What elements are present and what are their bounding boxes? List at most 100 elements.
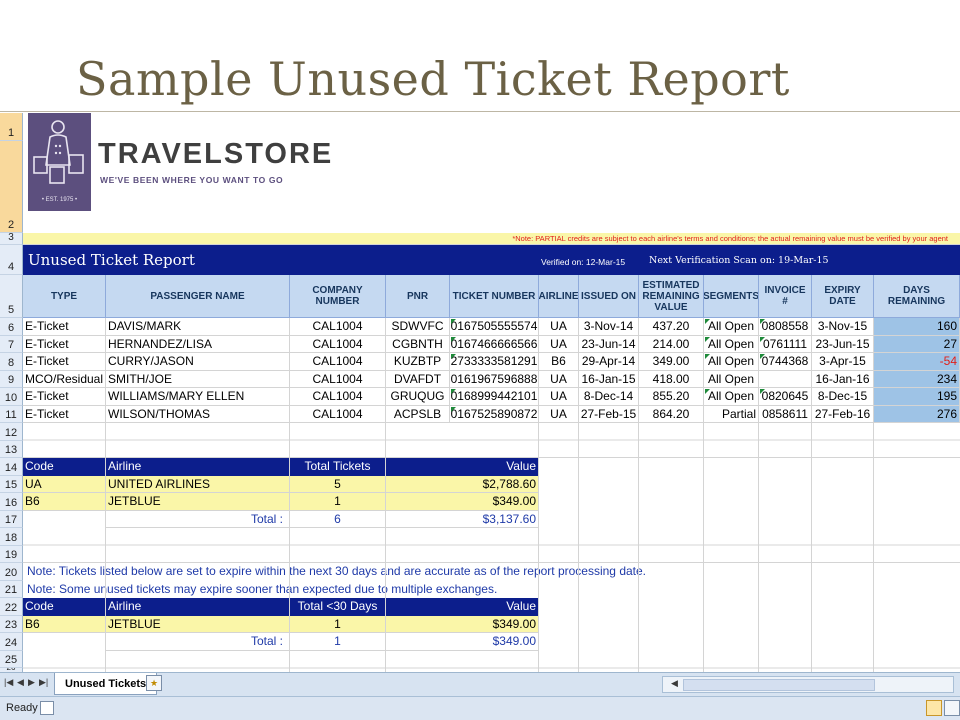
summary1-count[interactable]: 1 [290,493,386,511]
cell-segments[interactable]: All Open [704,370,759,388]
row-header-2[interactable]: 2 [0,141,23,233]
cell-airline[interactable]: UA [539,318,579,336]
cell-company[interactable]: CAL1004 [290,405,386,423]
row-header-11[interactable]: 11 [0,405,23,423]
summary1-value[interactable]: $2,788.60 [386,475,539,493]
prev-sheet-button[interactable]: ◀ [17,677,24,688]
cell-pnr[interactable]: DVAFDT [386,370,450,388]
cell-pnr[interactable]: GRUQUG [386,388,450,406]
cell-value[interactable]: 418.00 [639,370,704,388]
cell-issued[interactable]: 16-Jan-15 [579,370,639,388]
summary2-count[interactable]: 1 [290,615,386,633]
cell-days[interactable]: 234 [874,370,960,388]
row-header-17[interactable]: 17 [0,510,23,528]
row-header-6[interactable]: 6 [0,318,23,336]
cell-pnr[interactable]: SDWVFC [386,318,450,336]
cell-company[interactable]: CAL1004 [290,370,386,388]
row-header-12[interactable]: 12 [0,423,23,441]
row-header-14[interactable]: 14 [0,458,23,476]
summary1-value[interactable]: $349.00 [386,493,539,511]
summary1-airline[interactable]: JETBLUE [106,493,290,511]
summary1-airline[interactable]: UNITED AIRLINES [106,475,290,493]
summary2-total-value[interactable]: $349.00 [386,633,539,651]
row-header-19[interactable]: 19 [0,545,23,563]
cell-expiry[interactable]: 3-Apr-15 [812,353,874,371]
page-layout-view-icon[interactable] [944,700,960,716]
cell-days[interactable]: 160 [874,318,960,336]
cell-invoice[interactable]: 0858611 [759,405,812,423]
scroll-left-arrow[interactable]: ◀ [671,678,678,689]
cell-pnr[interactable]: KUZBTP [386,353,450,371]
cell-company[interactable]: CAL1004 [290,388,386,406]
cell-pnr[interactable]: ACPSLB [386,405,450,423]
row-header-24[interactable]: 24 [0,633,23,651]
cell-passenger[interactable]: DAVIS/MARK [106,318,290,336]
cell-invoice[interactable]: 0744368 [759,353,812,371]
summary2-total-count[interactable]: 1 [290,633,386,651]
row-header-22[interactable]: 22 [0,598,23,616]
cell-expiry[interactable]: 27-Feb-16 [812,405,874,423]
cell-value[interactable]: 855.20 [639,388,704,406]
cell-pnr[interactable]: CGBNTH [386,335,450,353]
cell-ticket[interactable]: 2733333581291 [450,353,539,371]
col-header-airline[interactable]: AIRLINE [539,275,579,318]
cell-value[interactable]: 349.00 [639,353,704,371]
cell-type[interactable]: E-Ticket [23,335,106,353]
cell-company[interactable]: CAL1004 [290,335,386,353]
cell-expiry[interactable]: 8-Dec-15 [812,388,874,406]
col-header-company[interactable]: COMPANY NUMBER [290,275,386,318]
cell-segments[interactable]: All Open [704,335,759,353]
cell-value[interactable]: 864.20 [639,405,704,423]
cell-passenger[interactable]: WILLIAMS/MARY ELLEN [106,388,290,406]
row-header-20[interactable]: 20 [0,563,23,581]
cell-ticket[interactable]: 0161967596888 [450,370,539,388]
scroll-thumb[interactable] [683,679,875,691]
cell-segments[interactable]: All Open [704,353,759,371]
col-header-segments[interactable]: SEGMENTS [704,275,759,318]
row-header-4[interactable]: 4 [0,245,23,275]
cell-type[interactable]: E-Ticket [23,318,106,336]
cell-ticket[interactable]: 0167466666566 [450,335,539,353]
cell-value[interactable]: 214.00 [639,335,704,353]
cell-issued[interactable]: 3-Nov-14 [579,318,639,336]
first-sheet-button[interactable]: |◀ [4,677,13,688]
row-header-8[interactable]: 8 [0,353,23,371]
horizontal-scrollbar[interactable]: ◀ [662,676,954,693]
cell-passenger[interactable]: SMITH/JOE [106,370,290,388]
cell-type[interactable]: MCO/Residual T [23,370,106,388]
col-header-issued[interactable]: ISSUED ON [579,275,639,318]
cell-passenger[interactable]: WILSON/THOMAS [106,405,290,423]
row-header-1[interactable]: 1 [0,113,23,141]
cell-type[interactable]: E-Ticket [23,388,106,406]
cell-airline[interactable]: UA [539,335,579,353]
cell-segments[interactable]: All Open [704,388,759,406]
summary1-code[interactable]: UA [23,475,106,493]
row-header-25[interactable]: 25 [0,650,23,668]
row-header-15[interactable]: 15 [0,475,23,493]
cell-issued[interactable]: 29-Apr-14 [579,353,639,371]
cell-issued[interactable]: 8-Dec-14 [579,388,639,406]
cell-company[interactable]: CAL1004 [290,318,386,336]
row-header-18[interactable]: 18 [0,528,23,546]
summary2-code[interactable]: B6 [23,615,106,633]
normal-view-icon[interactable] [926,700,942,716]
cell-invoice[interactable] [759,370,812,388]
col-header-pnr[interactable]: PNR [386,275,450,318]
cell-type[interactable]: E-Ticket [23,405,106,423]
cell-airline[interactable]: UA [539,388,579,406]
col-header-value[interactable]: ESTIMATED REMAINING VALUE [639,275,704,318]
cell-expiry[interactable]: 3-Nov-15 [812,318,874,336]
cell-airline[interactable]: B6 [539,353,579,371]
col-header-passenger[interactable]: PASSENGER NAME [106,275,290,318]
summary1-count[interactable]: 5 [290,475,386,493]
row-header-5[interactable]: 5 [0,275,23,318]
insert-sheet-icon[interactable]: ★ [146,675,162,691]
cell-company[interactable]: CAL1004 [290,353,386,371]
row-header-7[interactable]: 7 [0,335,23,353]
row-header-16[interactable]: 16 [0,493,23,511]
row-header-3[interactable]: 3 [0,232,23,245]
col-header-invoice[interactable]: INVOICE # [759,275,812,318]
cell-passenger[interactable]: CURRY/JASON [106,353,290,371]
cell-ticket[interactable]: 0167505555574 [450,318,539,336]
cell-days[interactable]: -54 [874,353,960,371]
